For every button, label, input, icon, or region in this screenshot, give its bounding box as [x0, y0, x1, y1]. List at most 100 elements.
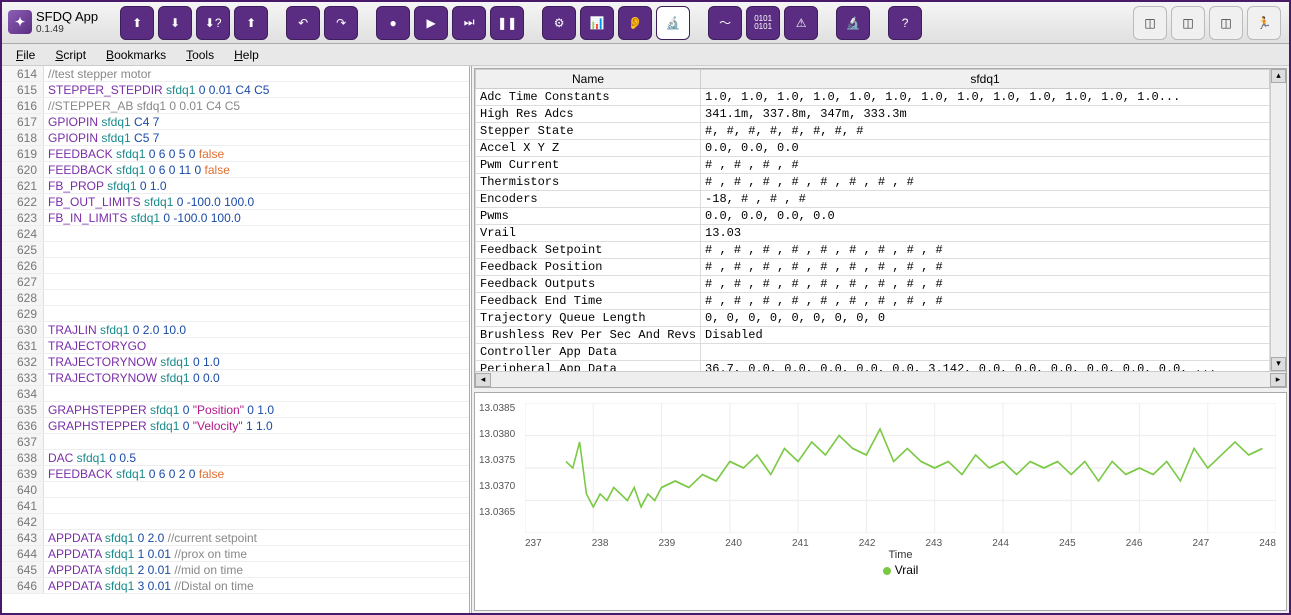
code-line[interactable]: 627: [2, 274, 469, 290]
step-button[interactable]: ⏭: [452, 6, 486, 40]
menu-help[interactable]: Help: [226, 46, 267, 64]
line-number: 630: [2, 322, 44, 337]
download-button[interactable]: ⬇: [158, 6, 192, 40]
code-line[interactable]: 615STEPPER_STEPDIR sfdq1 0 0.01 C4 C5: [2, 82, 469, 98]
table-row[interactable]: Feedback Position # , # , # , # , # , # …: [476, 259, 1270, 276]
table-row[interactable]: Encoders-18, # , # , #: [476, 191, 1270, 208]
upload2-button[interactable]: ⬆: [234, 6, 268, 40]
legend-dot-icon: [883, 567, 891, 575]
record-button[interactable]: ●: [376, 6, 410, 40]
code-line[interactable]: 637: [2, 434, 469, 450]
code-line[interactable]: 640: [2, 482, 469, 498]
tool-a-button[interactable]: ⚙: [542, 6, 576, 40]
code-line[interactable]: 644APPDATA sfdq1 1 0.01 //prox on time: [2, 546, 469, 562]
nav-down-icon[interactable]: ▾: [1271, 357, 1286, 371]
table-row[interactable]: Accel X Y Z0.0, 0.0, 0.0: [476, 140, 1270, 157]
line-number: 617: [2, 114, 44, 129]
warn-button[interactable]: ⚠: [784, 6, 818, 40]
pause-button[interactable]: ❚❚: [490, 6, 524, 40]
code-text: [44, 306, 48, 321]
table-row[interactable]: Vrail13.03: [476, 225, 1270, 242]
exit-button[interactable]: 🏃: [1247, 6, 1281, 40]
code-line[interactable]: 630TRAJLIN sfdq1 0 2.0 10.0: [2, 322, 469, 338]
table-row[interactable]: Feedback Setpoint # , # , # , # , # , # …: [476, 242, 1270, 259]
table-row[interactable]: Pwms0.0, 0.0, 0.0, 0.0: [476, 208, 1270, 225]
code-line[interactable]: 634: [2, 386, 469, 402]
undo-button[interactable]: ↶: [286, 6, 320, 40]
code-line[interactable]: 643APPDATA sfdq1 0 2.0 //current setpoin…: [2, 530, 469, 546]
menu-bookmarks[interactable]: Bookmarks: [98, 46, 174, 64]
table-vnav[interactable]: ▴ ▾: [1270, 69, 1286, 371]
table-row[interactable]: Adc Time Constants1.0, 1.0, 1.0, 1.0, 1.…: [476, 89, 1270, 106]
table-row[interactable]: Feedback Outputs # , # , # , # , # , # ,…: [476, 276, 1270, 293]
table-row[interactable]: Pwm Current # , # , # , #: [476, 157, 1270, 174]
table-row[interactable]: Brushless Rev Per Sec And RevsDisabled: [476, 327, 1270, 344]
microscope-button[interactable]: 🔬: [836, 6, 870, 40]
code-line[interactable]: 639FEEDBACK sfdq1 0 6 0 2 0 false: [2, 466, 469, 482]
table-row[interactable]: Stepper State#, #, #, #, #, #, #, #: [476, 123, 1270, 140]
line-number: 639: [2, 466, 44, 481]
code-line[interactable]: 626: [2, 258, 469, 274]
code-line[interactable]: 636GRAPHSTEPPER sfdq1 0 "Velocity" 1 1.0: [2, 418, 469, 434]
code-text: FEEDBACK sfdq1 0 6 0 5 0 false: [44, 146, 224, 161]
code-line[interactable]: 646APPDATA sfdq1 3 0.01 //Distal on time: [2, 578, 469, 594]
code-line[interactable]: 616//STEPPER_AB sfdq1 0 0.01 C4 C5: [2, 98, 469, 114]
code-line[interactable]: 618GPIOPIN sfdq1 C5 7: [2, 130, 469, 146]
code-line[interactable]: 628: [2, 290, 469, 306]
window-a-button[interactable]: ◫: [1133, 6, 1167, 40]
table-row[interactable]: Thermistors # , # , # , # , # , # , # , …: [476, 174, 1270, 191]
col-name-header[interactable]: Name: [476, 70, 701, 89]
audio-button[interactable]: 👂: [618, 6, 652, 40]
scope-button[interactable]: 🔬: [656, 6, 690, 40]
scroll-left-icon[interactable]: ◂: [475, 373, 491, 387]
code-text: [44, 226, 48, 241]
code-line[interactable]: 614//test stepper motor: [2, 66, 469, 82]
code-line[interactable]: 620FEEDBACK sfdq1 0 6 0 11 0 false: [2, 162, 469, 178]
table-scroll[interactable]: Name sfdq1 Adc Time Constants1.0, 1.0, 1…: [475, 69, 1270, 371]
download-q-button[interactable]: ⬇?: [196, 6, 230, 40]
table-row[interactable]: Feedback End Time # , # , # , # , # , # …: [476, 293, 1270, 310]
code-line[interactable]: 631TRAJECTORYGO: [2, 338, 469, 354]
code-text: [44, 482, 48, 497]
code-line[interactable]: 629: [2, 306, 469, 322]
redo-button[interactable]: ↷: [324, 6, 358, 40]
menu-file[interactable]: File: [8, 46, 43, 64]
play-button[interactable]: ▶: [414, 6, 448, 40]
code-editor[interactable]: 614//test stepper motor615STEPPER_STEPDI…: [2, 66, 472, 613]
code-line[interactable]: 633TRAJECTORYNOW sfdq1 0 0.0: [2, 370, 469, 386]
table-row[interactable]: High Res Adcs341.1m, 337.8m, 347m, 333.3…: [476, 106, 1270, 123]
code-line[interactable]: 635GRAPHSTEPPER sfdq1 0 "Position" 0 1.0: [2, 402, 469, 418]
line-number: 629: [2, 306, 44, 321]
menu-script[interactable]: Script: [47, 46, 94, 64]
table-row[interactable]: Peripheral App Data36.7, 0.0, 0.0, 0.0, …: [476, 361, 1270, 372]
table-row[interactable]: Controller App Data: [476, 344, 1270, 361]
code-line[interactable]: 638DAC sfdq1 0 0.5: [2, 450, 469, 466]
code-line[interactable]: 623FB_IN_LIMITS sfdq1 0 -100.0 100.0: [2, 210, 469, 226]
code-line[interactable]: 625: [2, 242, 469, 258]
help-button[interactable]: ?: [888, 6, 922, 40]
menu-tools[interactable]: Tools: [178, 46, 222, 64]
wave-button[interactable]: 〜: [708, 6, 742, 40]
code-line[interactable]: 645APPDATA sfdq1 2 0.01 //mid on time: [2, 562, 469, 578]
scroll-right-icon[interactable]: ▸: [1270, 373, 1286, 387]
code-text: [44, 386, 48, 401]
code-line[interactable]: 641: [2, 498, 469, 514]
code-line[interactable]: 642: [2, 514, 469, 530]
upload-button[interactable]: ⬆: [120, 6, 154, 40]
binary-button[interactable]: 01010101: [746, 6, 780, 40]
nav-up-icon[interactable]: ▴: [1271, 69, 1286, 83]
table-row[interactable]: Trajectory Queue Length0, 0, 0, 0, 0, 0,…: [476, 310, 1270, 327]
code-line[interactable]: 632TRAJECTORYNOW sfdq1 0 1.0: [2, 354, 469, 370]
cell-value: 0.0, 0.0, 0.0: [701, 140, 1270, 157]
code-line[interactable]: 617GPIOPIN sfdq1 C4 7: [2, 114, 469, 130]
code-line[interactable]: 624: [2, 226, 469, 242]
monitor-button[interactable]: 📊: [580, 6, 614, 40]
code-text: GPIOPIN sfdq1 C4 7: [44, 114, 159, 129]
window-c-button[interactable]: ◫: [1209, 6, 1243, 40]
code-line[interactable]: 622FB_OUT_LIMITS sfdq1 0 -100.0 100.0: [2, 194, 469, 210]
code-line[interactable]: 619FEEDBACK sfdq1 0 6 0 5 0 false: [2, 146, 469, 162]
code-line[interactable]: 621FB_PROP sfdq1 0 1.0: [2, 178, 469, 194]
window-b-button[interactable]: ◫: [1171, 6, 1205, 40]
table-hscroll[interactable]: ◂ ▸: [475, 371, 1286, 387]
col-sfdq1-header[interactable]: sfdq1: [701, 70, 1270, 89]
